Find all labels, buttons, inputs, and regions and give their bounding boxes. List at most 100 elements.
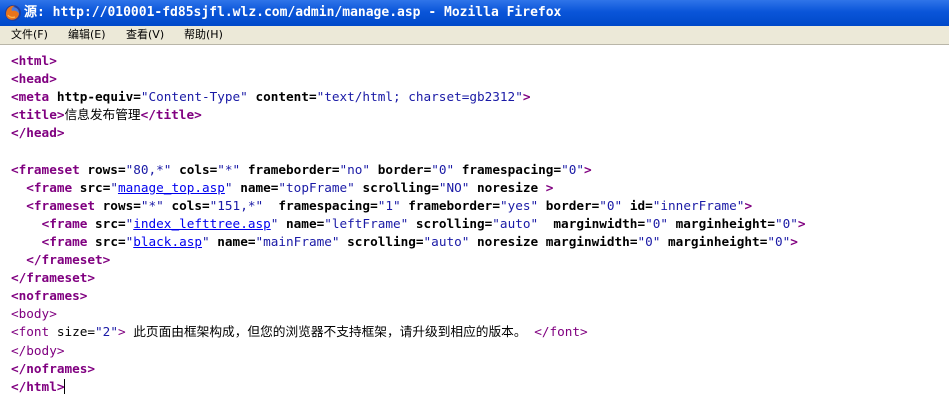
source-line: <frame src="index_lefttree.asp" name="le…: [11, 215, 806, 233]
source-tag: >: [522, 89, 531, 105]
source-attribute: =: [553, 161, 562, 177]
source-attribute: =: [767, 215, 775, 231]
source-value: "1": [377, 197, 401, 213]
source-line: </frameset>: [11, 269, 806, 287]
source-attribute: =: [331, 161, 340, 177]
source-attribute: =: [370, 197, 378, 213]
source-line: <frameset rows="80,*" cols="*" framebord…: [11, 161, 806, 179]
source-attribute: =: [415, 233, 424, 249]
firefox-logo-icon: [4, 4, 22, 22]
source-tag: <html: [11, 53, 50, 68]
source-tag: >: [49, 71, 57, 87]
source-line: </frameset>: [11, 251, 806, 269]
source-link[interactable]: manage_top.asp: [118, 180, 225, 195]
source-attribute: frameborder: [247, 161, 332, 177]
source-tag: <frame: [26, 179, 73, 195]
source-text: [87, 234, 95, 249]
source-attribute: noresize: [477, 179, 539, 195]
source-attribute: =: [431, 179, 439, 195]
source-tag: >: [790, 233, 798, 249]
source-tag: >: [117, 324, 126, 340]
source-attribute: =: [117, 161, 126, 177]
source-link[interactable]: index_lefttree.asp: [133, 216, 271, 231]
source-line: <head>: [11, 70, 806, 88]
source-tag: >: [797, 215, 806, 231]
source-tag: <font: [11, 324, 50, 340]
source-tag: >: [79, 288, 88, 304]
source-attribute: name: [217, 233, 248, 249]
menu-file[interactable]: 文件(F): [9, 26, 50, 44]
source-text: 此页面由框架构成，但您的浏览器不支持框架，请升级到相应的版本。: [125, 324, 535, 340]
source-text: [538, 234, 546, 249]
source-line: </html>: [11, 378, 806, 396]
source-text: [263, 198, 278, 213]
source-attribute: =: [645, 197, 653, 213]
source-line: <title>信息发布管理</title>: [11, 106, 806, 124]
source-value: ": [224, 179, 233, 195]
source-line: <meta http-equiv="Content-Type" content=…: [11, 88, 806, 106]
source-value: "*": [217, 161, 241, 177]
menu-help[interactable]: 帮助(H): [182, 26, 225, 44]
source-text: [538, 198, 546, 213]
source-attribute: frameborder: [408, 197, 493, 213]
source-attribute: rows: [87, 161, 118, 177]
menu-edit[interactable]: 编辑(E): [66, 26, 108, 44]
source-tag: >: [584, 161, 592, 177]
source-attribute: border: [545, 197, 592, 213]
source-tag: <meta: [11, 89, 50, 105]
window-titlebar[interactable]: 源: http://010001-fd85sjfl.wlz.com/admin/…: [0, 0, 949, 26]
source-attribute: cols: [179, 161, 210, 177]
source-tag: >: [56, 378, 65, 394]
source-attribute: framespacing: [461, 161, 554, 177]
source-view[interactable]: <html> <head> <meta http-equiv="Content-Ty…: [11, 52, 806, 396]
menu-view[interactable]: 查看(V): [124, 26, 166, 44]
text-caret: [64, 378, 66, 394]
source-tag: </body: [11, 342, 57, 358]
source-attribute: name: [286, 215, 317, 231]
source-text: [240, 162, 248, 177]
source-tag: </frameset: [11, 270, 88, 286]
source-attribute: =: [637, 215, 646, 231]
source-attribute: src: [95, 233, 118, 249]
source-line: </head>: [11, 124, 806, 142]
source-value: "151,*": [209, 197, 264, 213]
source-text: [11, 234, 42, 249]
source-text: [408, 216, 416, 231]
source-value: "0": [645, 215, 669, 231]
source-tag: >: [87, 270, 96, 286]
source-attribute: rows: [102, 197, 134, 213]
source-tag: >: [49, 306, 57, 322]
source-text: [95, 198, 103, 213]
source-value: "Content-Type": [140, 89, 248, 105]
source-link[interactable]: black.asp: [133, 234, 202, 249]
source-tag: <frameset: [11, 161, 80, 177]
source-text: [538, 216, 553, 231]
source-value: "80,*": [125, 161, 172, 177]
source-attribute: =: [87, 324, 96, 340]
source-attribute: =: [133, 89, 141, 105]
source-value: "0": [774, 215, 798, 231]
source-line: </body>: [11, 342, 806, 360]
source-attribute: src: [79, 179, 103, 195]
source-attribute: marginheight: [675, 215, 768, 231]
source-attribute: border: [377, 161, 424, 177]
source-attribute: scrolling: [347, 233, 416, 249]
source-value: "0": [637, 233, 661, 249]
source-attribute: cols: [171, 197, 202, 213]
source-text: [278, 216, 286, 231]
source-tag: </noframes: [11, 360, 88, 376]
source-value: "0": [431, 161, 455, 177]
source-text: [49, 89, 57, 104]
source-tag: >: [194, 107, 202, 123]
source-value: "topFrame": [278, 179, 355, 195]
source-attribute: =: [202, 197, 210, 213]
source-tag: </title: [140, 107, 195, 123]
source-tag: <head: [11, 71, 50, 87]
source-text: [11, 198, 26, 213]
source-value: "leftFrame": [324, 215, 409, 231]
source-text: [660, 234, 668, 249]
source-tag: >: [49, 53, 57, 68]
source-attribute: marginheight: [668, 233, 760, 249]
source-text: [72, 180, 80, 195]
source-tag: >: [744, 197, 753, 213]
